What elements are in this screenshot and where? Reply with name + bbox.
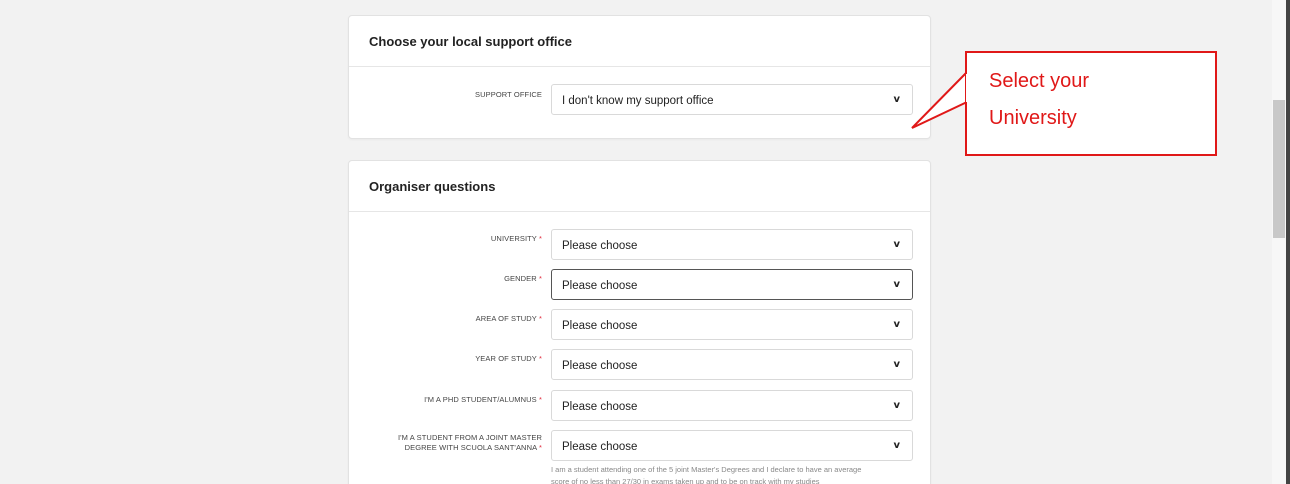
gender-select[interactable]: Please choose v [551,269,913,300]
university-label: UNIVERSITY * [490,234,542,243]
area-of-study-row: AREA OF STUDY * Please choose v [349,309,930,340]
window-edge [1286,0,1290,484]
phd-student-label: I'M A PHD STUDENT/ALUMNUS * [424,395,542,404]
phd-student-row: I'M A PHD STUDENT/ALUMNUS * Please choos… [349,390,930,421]
callout-pointer [911,69,968,129]
support-office-select[interactable]: I don't know my support office v [551,84,913,115]
year-of-study-select[interactable]: Please choose v [551,349,913,380]
required-marker: * [538,395,542,404]
organiser-questions-card: Organiser questions UNIVERSITY * Please … [348,160,931,484]
gender-row: GENDER * Please choose v [349,269,930,300]
required-marker: * [538,274,542,283]
support-office-select-value: I don't know my support office [562,95,714,107]
callout-line-1: Select your [989,70,1090,92]
chevron-down-icon: v [893,400,900,411]
joint-master-helper-text: I am a student attending one of the 5 jo… [551,465,862,484]
required-marker: * [538,234,542,243]
joint-master-row: I'M A STUDENT FROM A JOINT MASTER DEGREE… [349,430,930,461]
select-university-callout: Select your University [965,51,1217,156]
university-select[interactable]: Please choose v [551,229,913,260]
support-office-label: SUPPORT OFFICE [475,90,542,99]
gender-select-value: Please choose [562,280,638,292]
scrollbar-thumb[interactable] [1273,100,1285,238]
year-of-study-select-value: Please choose [562,360,638,372]
required-marker: * [538,354,542,363]
callout-line-2: University [989,107,1077,129]
joint-master-select-value: Please choose [562,441,638,453]
joint-master-select[interactable]: Please choose v [551,430,913,461]
required-marker: * [538,314,542,323]
support-office-card-title: Choose your local support office [349,16,930,67]
chevron-down-icon: v [893,440,900,451]
area-of-study-select-value: Please choose [562,320,638,332]
area-of-study-label: AREA OF STUDY * [475,314,542,323]
chevron-down-icon: v [893,94,900,105]
year-of-study-label: YEAR OF STUDY * [475,354,542,363]
phd-student-select[interactable]: Please choose v [551,390,913,421]
support-office-row: SUPPORT OFFICE I don't know my support o… [349,84,930,115]
organiser-questions-card-title: Organiser questions [349,161,930,212]
university-row: UNIVERSITY * Please choose v [349,229,930,260]
joint-master-label: I'M A STUDENT FROM A JOINT MASTER DEGREE… [397,433,542,452]
support-office-card: Choose your local support office SUPPORT… [348,15,931,139]
required-marker: * [538,443,542,452]
university-select-value: Please choose [562,240,638,252]
phd-student-select-value: Please choose [562,401,638,413]
scrollbar-track[interactable] [1272,0,1286,484]
chevron-down-icon: v [893,239,900,250]
chevron-down-icon: v [893,319,900,330]
chevron-down-icon: v [893,279,900,290]
year-of-study-row: YEAR OF STUDY * Please choose v [349,349,930,380]
chevron-down-icon: v [893,359,900,370]
area-of-study-select[interactable]: Please choose v [551,309,913,340]
gender-label: GENDER * [504,274,542,283]
callout-joint-cover [966,74,970,102]
